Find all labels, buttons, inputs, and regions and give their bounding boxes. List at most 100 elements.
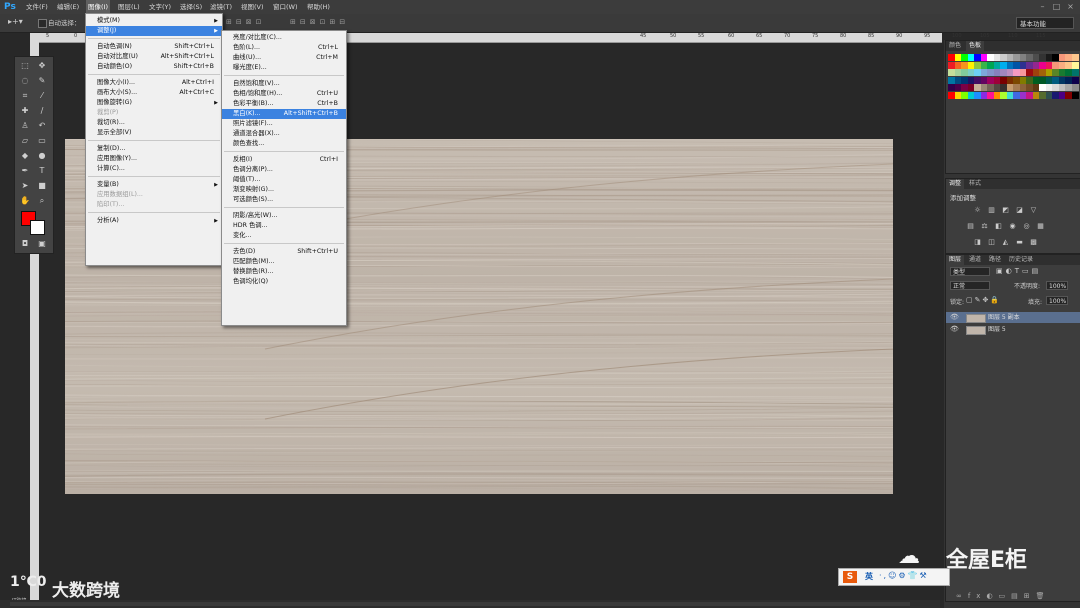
layer-filter-icons[interactable]: ▣◐T▭▤ xyxy=(996,267,1041,275)
menu-item[interactable]: 色调分离(P)... xyxy=(222,165,346,175)
marquee-tool-icon[interactable]: ⬚ xyxy=(18,59,32,73)
horizontal-scrollbar[interactable] xyxy=(10,602,910,606)
menu-item[interactable]: HDR 色调... xyxy=(222,221,346,231)
menu-9[interactable]: 帮助(H) xyxy=(305,0,332,14)
ime-mode[interactable]: 英 xyxy=(865,571,873,582)
menu-1[interactable]: 编辑(E) xyxy=(55,0,81,14)
menu-item[interactable]: 复制(D)... xyxy=(86,144,222,154)
menu-item[interactable]: 阈值(T)... xyxy=(222,175,346,185)
background-color-swatch[interactable] xyxy=(30,220,45,235)
posterize-icon[interactable]: ◫ xyxy=(986,237,997,247)
eye-icon[interactable]: 👁 xyxy=(950,312,959,323)
menu-item[interactable]: 反相(I) Ctrl+I xyxy=(222,155,346,165)
eyedropper-icon[interactable]: ⁄ xyxy=(35,89,49,103)
tab-adjustments[interactable]: 调整 xyxy=(946,179,965,189)
minimize-icon[interactable]: – xyxy=(1038,2,1047,11)
menu-item[interactable]: 计算(C)... xyxy=(86,164,222,174)
menu-8[interactable]: 窗口(W) xyxy=(271,0,300,14)
menu-item[interactable]: 变化... xyxy=(222,231,346,241)
fill-field[interactable]: 100% xyxy=(1046,296,1068,305)
healing-brush-icon[interactable]: ✚ xyxy=(18,104,32,118)
menu-item[interactable]: 去色(D) Shift+Ctrl+U xyxy=(222,247,346,257)
menu-item[interactable]: 黑白(K)... Alt+Shift+Ctrl+B xyxy=(222,109,346,119)
menu-7[interactable]: 视图(V) xyxy=(239,0,266,14)
selective-color-icon[interactable]: ▩ xyxy=(1028,237,1039,247)
menu-item[interactable]: 渐变映射(G)... xyxy=(222,185,346,195)
menu-item[interactable]: 分析(A) ▶ xyxy=(86,216,222,226)
gradient-map-icon[interactable]: ▬ xyxy=(1014,237,1025,247)
hand-tool-icon[interactable]: ✋ xyxy=(18,194,32,208)
color-swatch[interactable] xyxy=(1071,76,1079,84)
ime-tool-icons[interactable]: ·,☺⚙👕⚒ xyxy=(879,571,929,580)
tab-styles[interactable]: 样式 xyxy=(966,179,984,189)
tab-layers[interactable]: 图层 xyxy=(946,255,965,265)
move-tool-icon[interactable]: ▸+▾ xyxy=(8,17,30,29)
tab-paths[interactable]: 路径 xyxy=(986,255,1004,265)
color-lookup-icon[interactable]: ▦ xyxy=(1035,221,1046,231)
gradient-tool-icon[interactable]: ▭ xyxy=(35,134,49,148)
close-icon[interactable]: × xyxy=(1066,2,1075,11)
menu-item[interactable]: 变量(B) ▶ xyxy=(86,180,222,190)
brightness-icon[interactable]: ☼ xyxy=(972,205,983,215)
quick-mask-icon[interactable]: ◘ xyxy=(18,237,32,251)
lasso-tool-icon[interactable]: ◌ xyxy=(18,74,32,88)
menu-item[interactable]: 图像大小(I)... Alt+Ctrl+I xyxy=(86,78,222,88)
menu-3[interactable]: 图层(L) xyxy=(116,0,142,14)
distribute-icons[interactable]: ⊞⊟⊠⊡⊞⊟ xyxy=(290,18,390,28)
tab-history[interactable]: 历史记录 xyxy=(1006,255,1036,265)
menu-item[interactable]: 色相/饱和度(H)... Ctrl+U xyxy=(222,89,346,99)
color-swatch[interactable] xyxy=(1071,61,1079,69)
screen-mode-icon[interactable]: ▣ xyxy=(35,237,49,251)
layer-row[interactable]: 👁 图层 5 xyxy=(946,324,1080,335)
menu-item[interactable]: 模式(M) ▶ xyxy=(86,16,222,26)
channel-mixer-icon[interactable]: ◎ xyxy=(1021,221,1032,231)
color-swatch[interactable] xyxy=(1071,91,1079,99)
layer-footer-icons[interactable]: ∞fx◐▭▤⊞🗑 xyxy=(956,592,1051,600)
menu-item[interactable]: 色阶(L)... Ctrl+L xyxy=(222,43,346,53)
menu-item[interactable]: 色彩平衡(B)... Ctrl+B xyxy=(222,99,346,109)
levels-icon[interactable]: ▥ xyxy=(986,205,997,215)
menu-item[interactable]: 自动颜色(O) Shift+Ctrl+B xyxy=(86,62,222,72)
history-brush-icon[interactable]: ↶ xyxy=(35,119,49,133)
tab-channels[interactable]: 通道 xyxy=(966,255,984,265)
menu-item[interactable]: 画布大小(S)... Alt+Ctrl+C xyxy=(86,88,222,98)
eraser-icon[interactable]: ▱ xyxy=(18,134,32,148)
menu-item[interactable]: 自然饱和度(V)... xyxy=(222,79,346,89)
color-swatch[interactable] xyxy=(1071,84,1079,91)
brush-tool-icon[interactable]: ∕ xyxy=(35,104,49,118)
dodge-tool-icon[interactable]: ● xyxy=(35,149,49,163)
menu-item[interactable]: 调整(J) ▶ xyxy=(86,26,222,36)
blend-mode-select[interactable]: 正常 xyxy=(950,281,990,290)
menu-item[interactable]: 裁切(R)... xyxy=(86,118,222,128)
layer-kind-filter[interactable]: 类型 xyxy=(950,267,990,276)
menu-item[interactable]: 图像旋转(G) ▶ xyxy=(86,98,222,108)
crop-tool-icon[interactable]: ⌗ xyxy=(18,89,32,103)
exposure-icon[interactable]: ◪ xyxy=(1014,205,1025,215)
rectangle-tool-icon[interactable]: ■ xyxy=(35,179,49,193)
menu-item[interactable]: 自动色调(N) Shift+Ctrl+L xyxy=(86,42,222,52)
tab-color[interactable]: 颜色 xyxy=(946,41,964,51)
menu-4[interactable]: 文字(Y) xyxy=(147,0,173,14)
tab-swatches[interactable]: 色板 xyxy=(966,41,985,51)
menu-item[interactable]: 颜色查找... xyxy=(222,139,346,149)
color-balance-icon[interactable]: ⚖ xyxy=(979,221,990,231)
menu-item[interactable]: 照片滤镜(F)... xyxy=(222,119,346,129)
black-white-icon[interactable]: ◧ xyxy=(993,221,1004,231)
path-select-icon[interactable]: ➤ xyxy=(18,179,32,193)
menu-item[interactable]: 匹配颜色(M)... xyxy=(222,257,346,267)
color-swatch[interactable] xyxy=(1071,69,1079,76)
lock-icons[interactable]: ▢✎✥🔒 xyxy=(966,296,1001,304)
workspace-select[interactable]: 基本功能 xyxy=(1016,17,1074,29)
auto-select-checkbox[interactable] xyxy=(38,19,47,28)
zoom-tool-icon[interactable]: ⌕ xyxy=(35,194,49,208)
blur-tool-icon[interactable]: ◆ xyxy=(18,149,32,163)
threshold-icon[interactable]: ◭ xyxy=(1000,237,1011,247)
menu-6[interactable]: 滤镜(T) xyxy=(208,0,234,14)
type-tool-icon[interactable]: T xyxy=(35,164,49,178)
menu-item[interactable]: 应用图像(Y)... xyxy=(86,154,222,164)
menu-item[interactable]: 阴影/高光(W)... xyxy=(222,211,346,221)
maximize-icon[interactable]: □ xyxy=(1052,2,1061,11)
menu-item[interactable]: 通道混合器(X)... xyxy=(222,129,346,139)
menu-item[interactable]: 曝光度(E)... xyxy=(222,63,346,73)
eye-icon[interactable]: 👁 xyxy=(950,324,959,335)
